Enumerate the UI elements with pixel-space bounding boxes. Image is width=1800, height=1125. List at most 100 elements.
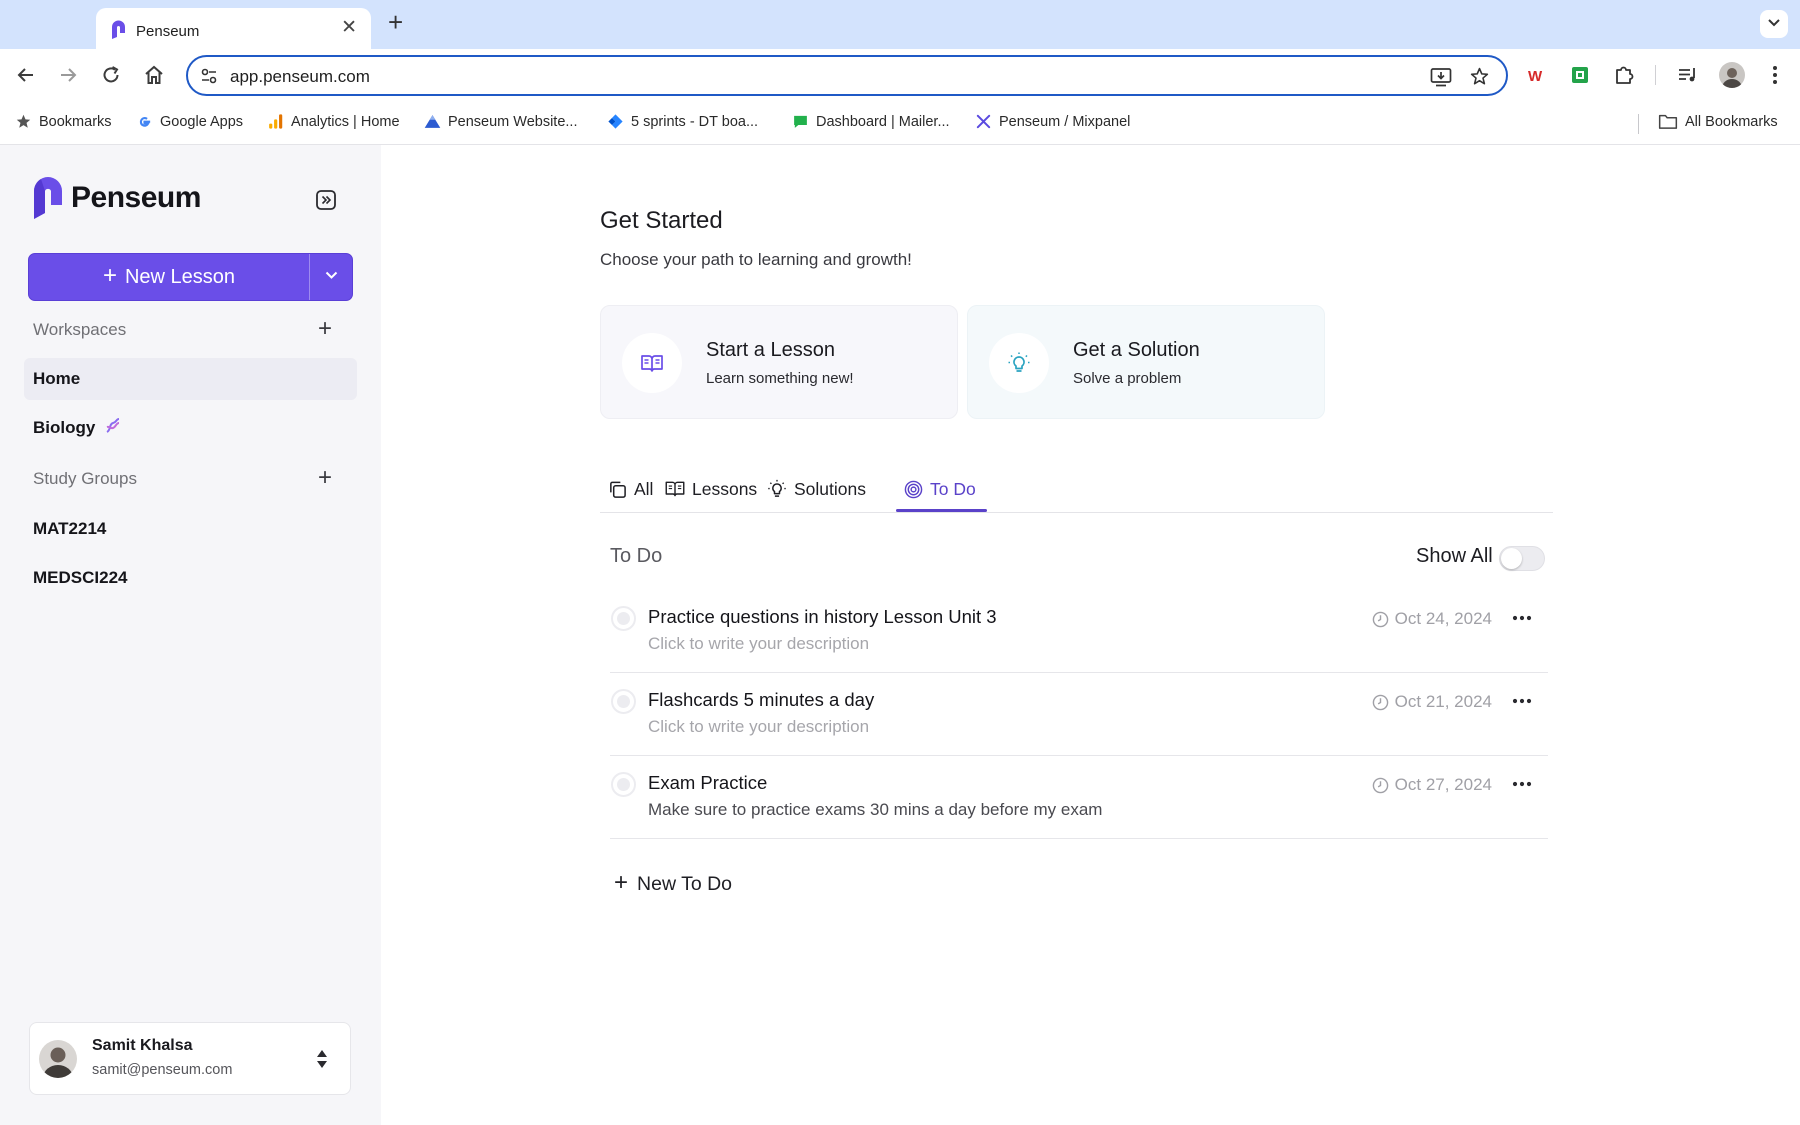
todo-list: Practice questions in history Lesson Uni… <box>610 590 1548 839</box>
all-bookmarks-button[interactable]: All Bookmarks <box>1658 113 1778 130</box>
browser-menu-icon[interactable] <box>1762 62 1788 88</box>
tab-lessons[interactable]: Lessons <box>665 477 757 501</box>
more-options-icon[interactable] <box>1512 697 1532 705</box>
site-info-icon[interactable] <box>200 67 218 85</box>
page-title: Get Started <box>600 207 723 234</box>
card-subtitle: Learn something new! <box>706 370 854 387</box>
analytics-icon <box>269 114 283 129</box>
todo-checkbox[interactable] <box>611 772 636 797</box>
todo-title[interactable]: Exam Practice <box>648 772 767 794</box>
todo-description[interactable]: Make sure to practice exams 30 mins a da… <box>648 800 1102 820</box>
add-study-group-button[interactable]: + <box>318 466 332 490</box>
tab-solutions[interactable]: Solutions <box>767 477 866 501</box>
todo-item[interactable]: Practice questions in history Lesson Uni… <box>610 590 1548 673</box>
new-todo-button[interactable]: + New To Do <box>614 871 732 896</box>
content-tabs: All Lessons Solutions To Do <box>600 465 1553 513</box>
bookmark-item[interactable]: Dashboard | Mailer... <box>792 113 950 130</box>
avatar-image <box>43 1047 73 1078</box>
chevron-down-icon <box>1768 19 1780 27</box>
todo-item[interactable]: Exam Practice Make sure to practice exam… <box>610 756 1548 839</box>
more-options-icon[interactable] <box>1512 614 1532 622</box>
penseum-favicon-icon <box>112 20 125 39</box>
todo-checkbox[interactable] <box>611 606 636 631</box>
expand-collapse-icon[interactable] <box>316 1049 328 1069</box>
todo-item[interactable]: Flashcards 5 minutes a day Click to writ… <box>610 673 1548 756</box>
solution-icon-circle <box>989 333 1049 393</box>
home-icon[interactable] <box>142 63 166 87</box>
google-icon <box>139 117 151 127</box>
todo-due-date[interactable]: Oct 24, 2024 <box>1372 609 1492 629</box>
todo-due-date[interactable]: Oct 27, 2024 <box>1372 775 1492 795</box>
forward-icon[interactable] <box>56 63 80 87</box>
extension-w-icon[interactable]: W <box>1524 62 1550 88</box>
sidebar-item-home[interactable]: Home <box>24 358 357 400</box>
bookmark-item[interactable]: Penseum Website... <box>424 113 578 130</box>
card-subtitle: Solve a problem <box>1073 370 1182 387</box>
new-tab-button[interactable]: + <box>388 9 403 35</box>
sidebar-item-biology[interactable]: Biology <box>24 407 357 449</box>
collapse-sidebar-icon[interactable] <box>315 189 337 211</box>
add-workspace-button[interactable]: + <box>318 317 332 341</box>
profile-avatar[interactable] <box>1719 62 1745 88</box>
bookmarks-divider <box>1638 114 1639 134</box>
get-solution-card[interactable]: Get a Solution Solve a problem <box>967 305 1325 419</box>
todo-checkbox[interactable] <box>611 689 636 714</box>
star-icon <box>16 114 31 128</box>
svg-text:W: W <box>1528 68 1543 85</box>
todo-description[interactable]: Click to write your description <box>648 634 869 654</box>
address-bar[interactable]: app.penseum.com <box>186 55 1508 96</box>
open-book-icon <box>641 355 663 372</box>
more-options-icon[interactable] <box>1512 780 1532 788</box>
plus-icon: + <box>102 262 117 289</box>
browser-tab[interactable]: Penseum ✕ <box>96 8 371 49</box>
copy-icon <box>610 481 626 498</box>
sidebar-item-mat2214[interactable]: MAT2214 <box>24 508 357 550</box>
tab-strip: Penseum ✕ + <box>0 0 1800 49</box>
todo-due-date[interactable]: Oct 21, 2024 <box>1372 692 1492 712</box>
bookmark-item[interactable]: 5 sprints - DT boa... <box>607 113 758 130</box>
new-lesson-button[interactable]: + New Lesson <box>29 254 309 300</box>
active-tab-indicator <box>896 509 987 512</box>
toggle-knob <box>1501 548 1522 569</box>
toolbar-divider <box>1655 65 1656 85</box>
tab-todo[interactable]: To Do <box>904 477 976 501</box>
todo-title[interactable]: Flashcards 5 minutes a day <box>648 689 874 711</box>
penseum-logo[interactable]: Penseum <box>32 177 201 219</box>
install-app-icon[interactable] <box>1430 67 1452 87</box>
bookmarks-bar: Bookmarks Google Apps Analytics | Home P… <box>0 102 1800 145</box>
tab-all[interactable]: All <box>608 477 653 501</box>
extension-green-icon[interactable] <box>1567 62 1593 88</box>
url-text[interactable]: app.penseum.com <box>230 67 370 87</box>
lightbulb-icon <box>1008 352 1030 372</box>
study-groups-heading: Study Groups <box>33 469 137 488</box>
start-lesson-card[interactable]: Start a Lesson Learn something new! <box>600 305 958 419</box>
mailer-icon <box>794 115 807 128</box>
clock-icon <box>1372 777 1388 793</box>
show-all-toggle[interactable] <box>1499 546 1545 571</box>
tab-close-icon[interactable]: ✕ <box>341 18 357 37</box>
user-email: samit@penseum.com <box>92 1062 233 1078</box>
bookmark-item[interactable]: Analytics | Home <box>267 113 400 130</box>
browser-toolbar: app.penseum.com W <box>0 49 1800 102</box>
back-icon[interactable] <box>14 63 38 87</box>
new-lesson-dropdown-button[interactable] <box>310 254 353 300</box>
lesson-icon-circle <box>622 333 682 393</box>
dna-icon <box>106 418 120 433</box>
todo-title[interactable]: Practice questions in history Lesson Uni… <box>648 606 997 628</box>
workspaces-heading: Workspaces <box>33 320 127 339</box>
reload-icon[interactable] <box>99 63 123 87</box>
bookmark-item[interactable]: Bookmarks <box>15 113 112 130</box>
clock-icon <box>1372 694 1388 710</box>
todo-description[interactable]: Click to write your description <box>648 717 869 737</box>
tab-search-button[interactable] <box>1760 10 1788 38</box>
sidebar: Penseum + New Lesson Workspaces + Home B… <box>0 145 381 1125</box>
extensions-puzzle-icon[interactable] <box>1611 62 1637 88</box>
media-controls-icon[interactable] <box>1675 62 1701 88</box>
user-profile-card[interactable]: Samit Khalsa samit@penseum.com <box>29 1022 351 1095</box>
bookmark-star-icon[interactable] <box>1469 66 1490 87</box>
browser-chrome: Penseum ✕ + app.penseum.com W Bookmarks … <box>0 0 1800 145</box>
bookmark-item[interactable]: Penseum / Mixpanel <box>975 113 1130 130</box>
bookmark-item[interactable]: Google Apps <box>136 113 243 130</box>
sidebar-item-medsci224[interactable]: MEDSCI224 <box>24 557 357 599</box>
clock-icon <box>1372 611 1388 627</box>
